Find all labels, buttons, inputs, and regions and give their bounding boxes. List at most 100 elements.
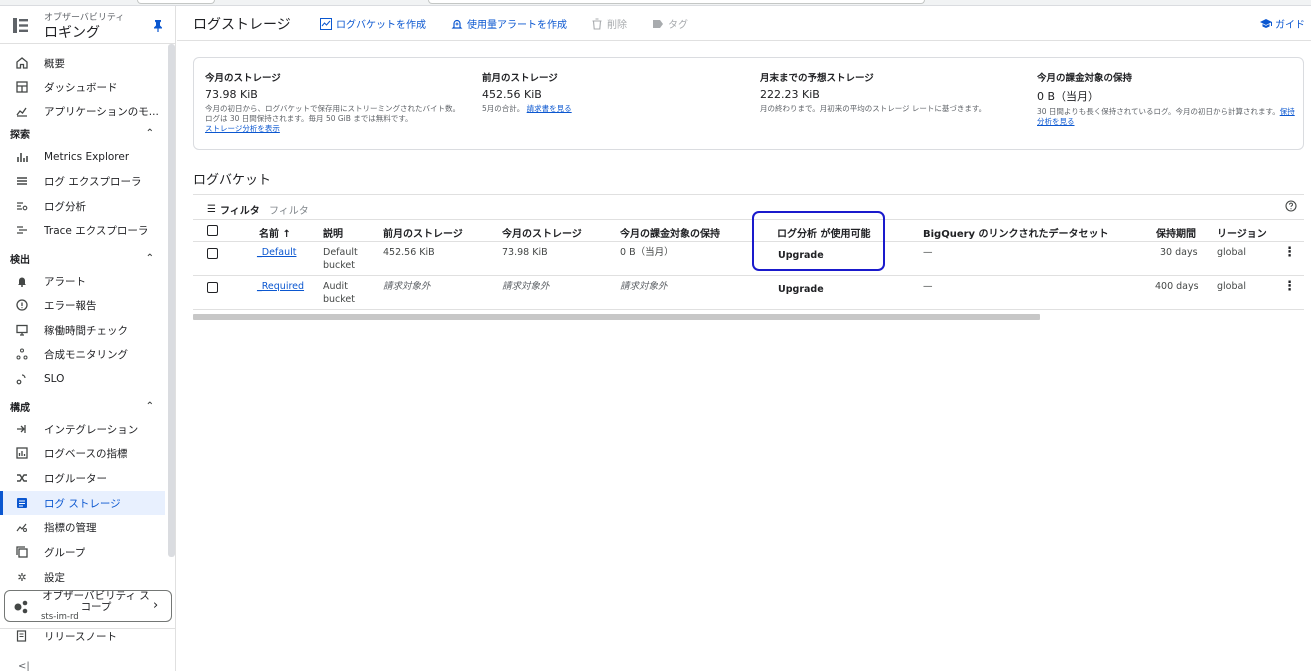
col-cur-storage: 今月のストレージ (502, 229, 582, 240)
bucket-description: Audit bucket (323, 281, 356, 305)
sidebar-item-dashboards[interactable]: ダッシュボード (0, 75, 165, 99)
sidebar-item-integrations[interactable]: インテグレーション (0, 417, 165, 441)
scope-title: オブザーバビリティ スコープ (42, 590, 150, 613)
select-all-checkbox[interactable] (207, 225, 218, 236)
bucket-description: Default bucket (323, 247, 358, 271)
sidebar-item-app-monitoring[interactable]: アプリケーションのモ... (0, 99, 165, 123)
logging-logo-icon (13, 18, 28, 33)
guide-button[interactable]: ガイド (1260, 16, 1305, 31)
sidebar-item-metrics-explorer[interactable]: Metrics Explorer (0, 145, 165, 169)
group-icon (15, 545, 29, 559)
release-notes-icon (15, 629, 29, 643)
stat-description: 月の終わりまで。月初来の平均のストレージ レートに基づきます。 (760, 104, 987, 113)
section-configure[interactable]: 構成 ⌃ (10, 397, 160, 415)
gear-icon: ✲ (17, 570, 27, 584)
scope-icon (14, 600, 28, 614)
sidebar-item-log-analytics[interactable]: ログ分析 (0, 194, 165, 218)
sidebar-item-overview[interactable]: 概要 (0, 51, 165, 75)
filter-input[interactable]: フィルタ (269, 202, 309, 217)
section-detect[interactable]: 検出 ⌃ (10, 249, 160, 267)
create-usage-alert-button[interactable]: 使用量アラートを作成 (451, 16, 567, 31)
cur-storage-cell: 73.98 KiB (502, 247, 548, 258)
row-checkbox[interactable] (207, 282, 218, 293)
sidebar-item-label: Metrics Explorer (44, 151, 130, 163)
observability-scope-selector[interactable]: オブザーバビリティ スコープ sts-im-rd › (4, 590, 172, 622)
filter-button[interactable]: ☰ フィルタ (207, 202, 260, 217)
table-horizontal-scrollbar[interactable] (193, 314, 1040, 320)
delete-button[interactable]: 削除 (591, 16, 627, 31)
filter-bar[interactable]: ☰ フィルタ フィルタ (193, 194, 1304, 220)
add-box-icon (320, 17, 332, 30)
stat-description: 今月の初日から、ログバケットで保存用にストリーミングされたバイト数。ログは 30… (205, 104, 460, 133)
sidebar-item-log-storage[interactable]: ログ ストレージ (0, 491, 165, 515)
trash-icon (592, 17, 602, 30)
scope-project: sts-im-rd (41, 612, 79, 622)
sidebar-divider (0, 628, 176, 629)
col-description: 説明 (323, 229, 343, 240)
table-row: _Required Audit bucket 請求対象外 請求対象外 請求対象外 … (193, 276, 1304, 310)
tag-button[interactable]: タグ (652, 16, 688, 31)
tag-icon (653, 19, 663, 28)
sidebar-item-alerting[interactable]: アラート (0, 269, 165, 293)
table-header: 名前 ↑ 説明 前月のストレージ 今月のストレージ 今月の課金対象の保持 ログ分… (193, 220, 1304, 242)
sidebar-item-label: インテグレーション (44, 423, 139, 436)
chevron-up-icon: ⌃ (145, 127, 154, 139)
sidebar-item-label: ダッシュボード (44, 81, 118, 94)
section-explore[interactable]: 探索 ⌃ (10, 124, 160, 142)
bucket-name-link[interactable]: _Required (257, 280, 304, 293)
sidebar-item-log-router[interactable]: ログルーター (0, 466, 165, 490)
col-region: リージョン (1217, 229, 1267, 240)
page-title: ログストレージ (193, 17, 291, 33)
help-icon[interactable] (1285, 200, 1297, 212)
stat-description: 30 日間よりも長く保持されているログ。今月の初日から計算されます。保持分析を見… (1037, 107, 1295, 126)
bucket-name-link[interactable]: _Default (257, 246, 296, 259)
sidebar-item-error-reporting[interactable]: エラー報告 (0, 293, 165, 317)
upgrade-link[interactable]: Upgrade (778, 283, 824, 296)
col-bigquery: BigQuery のリンクされたデータセット (923, 229, 1109, 240)
pin-icon[interactable] (153, 20, 163, 32)
log-metrics-icon (15, 446, 29, 460)
sidebar-item-label: 設定 (44, 571, 65, 584)
sidebar-item-groups[interactable]: グループ (0, 540, 165, 564)
sidebar-item-label: Trace エクスプローラ (44, 224, 149, 237)
sidebar-item-metrics-management[interactable]: 指標の管理 (0, 515, 165, 539)
region-cell: global (1217, 247, 1246, 258)
sidebar-item-label: リリースノート (44, 630, 117, 643)
stat-heading: 今月のストレージ (205, 73, 281, 84)
more-vert-icon[interactable]: ⋮ (1283, 279, 1296, 294)
sidebar-item-label: ログ エクスプローラ (44, 175, 142, 188)
stat-heading: 月末までの予想ストレージ (760, 73, 874, 84)
sidebar-item-settings[interactable]: ✲ 設定 (0, 565, 165, 589)
page-toolbar: ログストレージ ログバケットを作成 使用量アラートを作成 削除 タグ ガイド (177, 6, 1311, 41)
create-log-bucket-button[interactable]: ログバケットを作成 (320, 16, 426, 31)
col-retention: 保持期間 (1156, 229, 1196, 240)
alert-add-icon (451, 19, 463, 29)
collapse-sidebar-icon[interactable]: <| (18, 661, 30, 671)
sidebar-item-label: グループ (44, 546, 86, 559)
sidebar-item-uptime[interactable]: 稼働時間チェック (0, 318, 165, 342)
storage-analysis-link[interactable]: ストレージ分析を表示 (205, 124, 280, 133)
sidebar-item-slo[interactable]: SLO (0, 367, 165, 391)
sidebar-item-synthetic-monitoring[interactable]: 合成モニタリング (0, 342, 165, 366)
slo-icon (15, 372, 29, 386)
stat-value: 73.98 KiB (205, 88, 258, 101)
sidebar-item-log-based-metrics[interactable]: ログベースの指標 (0, 441, 165, 465)
sidebar-scrollbar[interactable] (168, 44, 175, 557)
sidebar-item-label: 合成モニタリング (44, 348, 128, 361)
sidebar-item-label: アプリケーションのモ... (44, 105, 159, 118)
row-checkbox[interactable] (207, 248, 218, 259)
sidebar-item-logs-explorer[interactable]: ログ エクスプローラ (0, 169, 165, 193)
home-icon (15, 56, 29, 70)
log-analytics-icon (15, 199, 29, 213)
col-name[interactable]: 名前 ↑ (259, 225, 291, 240)
more-vert-icon[interactable]: ⋮ (1283, 245, 1296, 260)
view-invoice-link[interactable]: 請求書を見る (527, 104, 572, 113)
sidebar-item-trace-explorer[interactable]: Trace エクスプローラ (0, 218, 165, 242)
sidebar: オブザーバビリティ ロギング 概要 ダッシュボード アプリケーションのモ... … (0, 6, 176, 671)
log-buckets-title: ログバケット (193, 173, 272, 188)
metrics-management-icon (15, 520, 29, 534)
guide-label: ガイド (1275, 20, 1305, 31)
sidebar-item-label: 概要 (44, 57, 65, 70)
list-icon (15, 174, 29, 188)
sidebar-item-label: 指標の管理 (44, 521, 97, 534)
